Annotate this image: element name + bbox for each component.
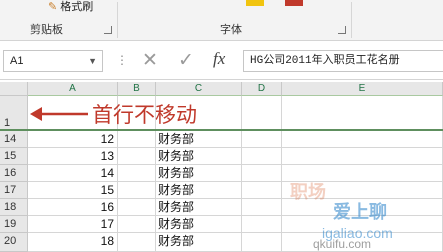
font-dialog-launcher-icon[interactable] bbox=[338, 26, 346, 34]
more-options-icon[interactable]: ⋮ bbox=[116, 53, 128, 67]
ribbon-separator bbox=[351, 2, 352, 38]
name-box[interactable]: A1 ▼ bbox=[3, 50, 103, 72]
font-color-icon[interactable] bbox=[285, 0, 303, 6]
column-header-b[interactable]: B bbox=[118, 82, 156, 96]
cell-a[interactable]: 15 bbox=[28, 182, 118, 199]
row-header[interactable]: 17 bbox=[0, 182, 28, 199]
cell-d[interactable] bbox=[242, 233, 282, 252]
insert-function-button[interactable]: fx bbox=[213, 49, 225, 69]
row-header[interactable]: 18 bbox=[0, 199, 28, 216]
ribbon: ✎ 格式刷 剪贴板 字体 bbox=[0, 0, 443, 41]
select-all-corner[interactable] bbox=[0, 82, 28, 96]
cell-a[interactable]: 17 bbox=[28, 216, 118, 233]
cell-a[interactable]: 12 bbox=[28, 131, 118, 148]
chevron-down-icon[interactable]: ▼ bbox=[88, 51, 97, 71]
highlight-color-icon[interactable] bbox=[246, 0, 264, 6]
column-header-a[interactable]: A bbox=[28, 82, 118, 96]
cell-d[interactable] bbox=[242, 165, 282, 182]
cell-c[interactable]: 财务部 bbox=[156, 199, 242, 216]
cell-d[interactable] bbox=[242, 199, 282, 216]
cell-a[interactable]: 14 bbox=[28, 165, 118, 182]
cell-d1[interactable] bbox=[242, 96, 282, 130]
font-group-label: 字体 bbox=[220, 24, 242, 36]
cell-b[interactable] bbox=[118, 233, 156, 252]
column-header-c[interactable]: C bbox=[156, 82, 242, 96]
watermark-text: 职场 bbox=[290, 182, 326, 202]
red-arrow-icon bbox=[30, 107, 88, 121]
clipboard-dialog-launcher-icon[interactable] bbox=[104, 26, 112, 34]
row-header[interactable]: 15 bbox=[0, 148, 28, 165]
row-header[interactable]: 19 bbox=[0, 216, 28, 233]
cell-a[interactable]: 16 bbox=[28, 199, 118, 216]
cancel-icon[interactable]: ✕ bbox=[142, 49, 158, 72]
cell-d[interactable] bbox=[242, 182, 282, 199]
cell-b[interactable] bbox=[118, 165, 156, 182]
clipboard-group-label: 剪贴板 bbox=[30, 24, 63, 36]
row-header[interactable]: 20 bbox=[0, 233, 28, 252]
watermark-logo-text: 爱上聊 bbox=[333, 202, 387, 222]
cell-c[interactable]: 财务部 bbox=[156, 182, 242, 199]
row-header-1[interactable]: 1 bbox=[0, 96, 28, 130]
freeze-pane-line bbox=[0, 129, 443, 131]
cell-a[interactable]: 18 bbox=[28, 233, 118, 252]
cell-c[interactable]: 财务部 bbox=[156, 148, 242, 165]
cell-b[interactable] bbox=[118, 216, 156, 233]
cell-a[interactable]: 13 bbox=[28, 148, 118, 165]
ribbon-separator bbox=[117, 2, 118, 38]
column-header-e[interactable]: E bbox=[282, 82, 443, 96]
formula-bar: A1 ▼ ⋮ ✕ ✓ fx HG公司2011年入职员工花名册 bbox=[0, 41, 443, 80]
cell-b[interactable] bbox=[118, 131, 156, 148]
watermark-url-secondary: qkuifu.com bbox=[313, 237, 372, 251]
cell-c[interactable]: 财务部 bbox=[156, 233, 242, 252]
cell-b[interactable] bbox=[118, 199, 156, 216]
cell-c[interactable]: 财务部 bbox=[156, 216, 242, 233]
paintbrush-icon: ✎ bbox=[48, 1, 58, 13]
format-painter-button[interactable]: ✎ 格式刷 bbox=[48, 0, 93, 14]
cell-e1[interactable] bbox=[282, 96, 443, 130]
annotation-label: 首行不移动 bbox=[92, 103, 197, 127]
cell-b[interactable] bbox=[118, 182, 156, 199]
cell-b[interactable] bbox=[118, 148, 156, 165]
column-header-d[interactable]: D bbox=[242, 82, 282, 96]
cell-c[interactable]: 财务部 bbox=[156, 131, 242, 148]
cell-d[interactable] bbox=[242, 148, 282, 165]
cell-d[interactable] bbox=[242, 216, 282, 233]
row-header[interactable]: 16 bbox=[0, 165, 28, 182]
row-header[interactable]: 14 bbox=[0, 131, 28, 148]
cell-d[interactable] bbox=[242, 131, 282, 148]
enter-icon[interactable]: ✓ bbox=[178, 49, 194, 72]
cell-e[interactable] bbox=[282, 131, 443, 148]
cell-e[interactable] bbox=[282, 148, 443, 165]
formula-input[interactable]: HG公司2011年入职员工花名册 bbox=[243, 50, 443, 72]
cell-c[interactable]: 财务部 bbox=[156, 165, 242, 182]
